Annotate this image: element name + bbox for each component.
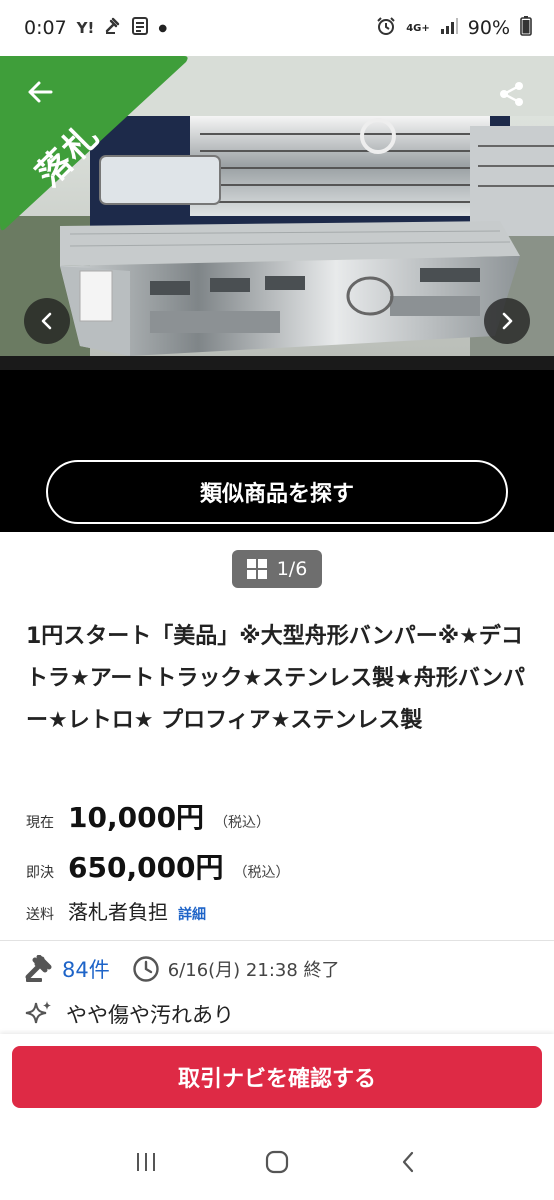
home-icon xyxy=(265,1150,289,1174)
notification-dot-icon: ● xyxy=(158,22,168,34)
current-price-label: 現在 xyxy=(26,815,54,831)
back-nav-button[interactable] xyxy=(378,1137,438,1187)
battery-icon xyxy=(520,16,532,40)
item-condition: やや傷や汚れあり xyxy=(66,1003,234,1027)
chevron-left-icon xyxy=(403,1151,414,1173)
clock-icon xyxy=(133,956,159,982)
recent-apps-button[interactable] xyxy=(116,1137,176,1187)
chevron-right-icon xyxy=(502,312,513,330)
image-counter-label: 1/6 xyxy=(276,558,308,580)
condition-row: やや傷や汚れあり xyxy=(24,996,234,1032)
yahoo-icon: Y! xyxy=(76,18,95,37)
share-button[interactable] xyxy=(492,74,532,114)
image-viewer[interactable]: 落札 類似商品を探す xyxy=(0,56,554,532)
shipping-row: 送料 落札者負担 詳細 xyxy=(26,896,206,925)
shipping-value: 落札者負担 xyxy=(68,900,168,924)
current-price-row: 現在 10,000円 （税込） xyxy=(26,796,270,836)
auction-icon xyxy=(104,17,122,39)
status-right: 4G+ 90% xyxy=(376,16,532,40)
bottom-action-bar: 取引ナビを確認する xyxy=(0,1034,554,1124)
end-time: 6/16(月) 21:38 終了 xyxy=(167,960,340,981)
back-button[interactable] xyxy=(20,72,60,112)
confirm-transaction-navi-button[interactable]: 取引ナビを確認する xyxy=(12,1046,542,1108)
grid-icon xyxy=(246,559,267,579)
gavel-icon xyxy=(25,955,52,982)
status-bar: 0:07 Y! ● 4G+ 90% xyxy=(0,0,554,56)
status-time: 0:07 xyxy=(24,17,67,39)
divider xyxy=(0,940,554,941)
home-button[interactable] xyxy=(247,1137,307,1187)
current-price: 10,000円 xyxy=(68,801,205,834)
system-nav-bar xyxy=(0,1124,554,1200)
item-title: 1円スタート「美品」※大型舟形バンパー※★デコトラ★アートトラック★ステンレス製… xyxy=(26,624,525,733)
share-icon xyxy=(500,82,523,106)
news-icon xyxy=(132,17,149,39)
buyout-price-row: 即決 650,000円 （税込） xyxy=(26,846,290,886)
buyout-price-tax: （税込） xyxy=(233,865,290,881)
current-price-tax: （税込） xyxy=(214,815,271,831)
previous-image-button[interactable] xyxy=(24,298,70,344)
alarm-icon xyxy=(376,16,396,40)
buyout-price: 650,000円 xyxy=(68,851,224,884)
shipping-detail-link[interactable]: 詳細 xyxy=(178,904,206,924)
status-left: 0:07 Y! ● xyxy=(24,17,167,39)
screen: 0:07 Y! ● 4G+ 90% 落札 類似商品を探す 1/6 1円スタート「… xyxy=(0,0,554,1200)
next-image-button[interactable] xyxy=(484,298,530,344)
recent-apps-icon xyxy=(136,1153,155,1171)
find-similar-button[interactable]: 類似商品を探す xyxy=(46,460,508,524)
auction-meta-row: 84件 6/16(月) 21:38 終了 xyxy=(24,952,340,986)
back-arrow-icon xyxy=(28,81,53,103)
chevron-left-icon xyxy=(41,312,52,330)
signal-icon xyxy=(440,18,458,38)
bid-count-link[interactable]: 84件 xyxy=(62,954,110,984)
image-counter[interactable]: 1/6 xyxy=(232,550,322,588)
buyout-price-label: 即決 xyxy=(26,865,54,881)
sparkle-icon xyxy=(25,1001,51,1024)
battery-percent: 90% xyxy=(467,17,510,39)
shipping-label: 送料 xyxy=(26,907,54,923)
network-type: 4G+ xyxy=(406,22,430,34)
